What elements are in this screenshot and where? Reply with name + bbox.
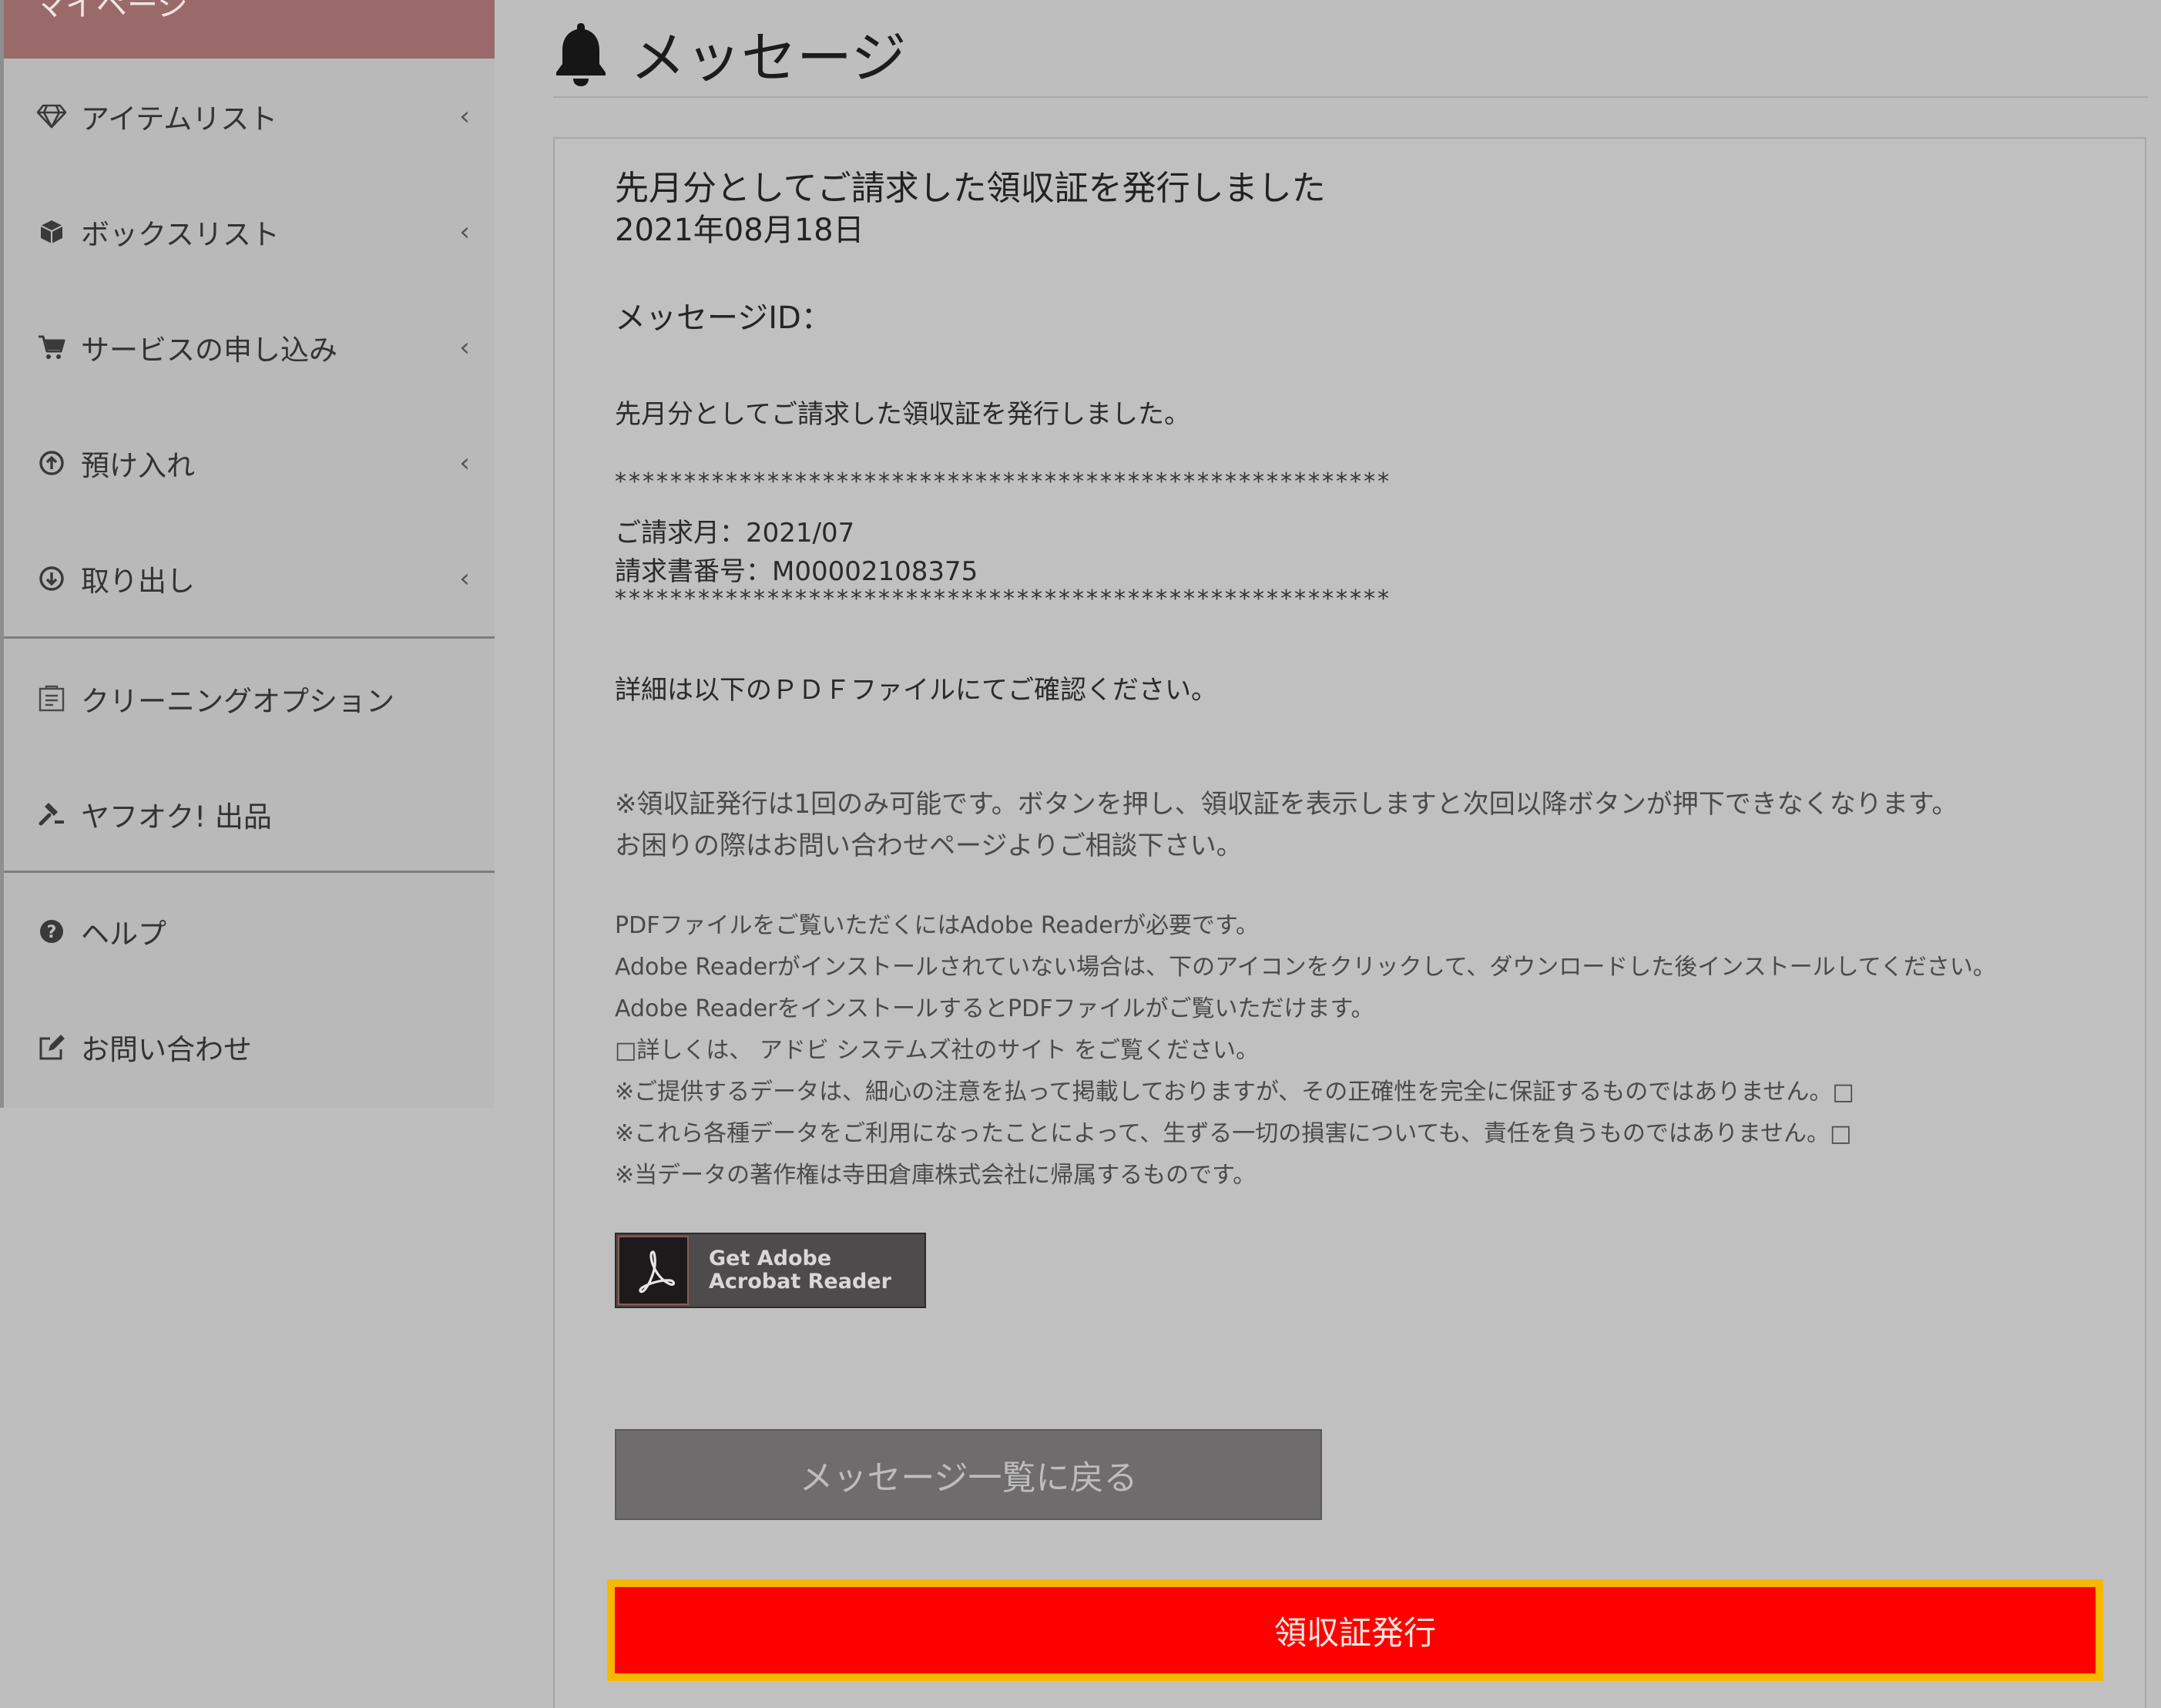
receipt-notice: ※領収証発行は1回のみ可能です。ボタンを押し、領収証を表示しますと次回以降ボタン… — [615, 789, 1958, 820]
adobe-badge-line2: Acrobat Reader — [709, 1270, 891, 1294]
sidebar-item-help[interactable]: ? ヘルプ — [4, 874, 495, 989]
edit-icon — [36, 1032, 67, 1062]
chevron-left-icon: ‹ — [459, 216, 470, 247]
page-title: メッセージ — [630, 25, 907, 90]
adobe-info-line: PDFファイルをご覧いただくにはAdobe Readerが必要です。 — [615, 912, 1260, 939]
cart-icon — [36, 332, 67, 363]
receipt-notice: お困りの際はお問い合わせページよりご相談下さい。 — [615, 831, 1243, 861]
adobe-info-line: ※これら各種データをご利用になったことによって、生ずる一切の損害についても、責任… — [615, 1120, 1852, 1147]
sidebar-item-yahoo-auction[interactable]: ヤフオク! 出品 — [4, 757, 495, 872]
back-to-messages-button[interactable]: メッセージ一覧に戻る — [615, 1429, 1322, 1520]
sidebar-divider — [4, 871, 495, 873]
sidebar-item-contact[interactable]: お問い合わせ — [4, 989, 495, 1105]
sidebar-item-label: クリーニングオプション — [81, 685, 394, 718]
sidebar-item-service-apply[interactable]: サービスの申し込み ‹ — [4, 290, 495, 405]
sidebar-divider — [4, 636, 495, 639]
message-title: 先月分としてご請求した領収証を発行しました — [615, 169, 1326, 208]
sidebar-item-label: サービスの申し込み — [81, 334, 337, 367]
sidebar-item-mypage[interactable]: マイページ — [4, 0, 495, 59]
adobe-info-line: □詳しくは、 アドビ システムズ社のサイト をご覧ください。 — [615, 1037, 1260, 1064]
sidebar-item-label: ボックスリスト — [81, 218, 280, 251]
separator-line: ****************************************… — [615, 468, 1391, 495]
adobe-info-line: ※ご提供するデータは、細心の注意を払って掲載しておりますが、その正確性を完全に保… — [615, 1079, 1854, 1106]
arrow-up-circle-icon — [36, 448, 67, 478]
acrobat-logo-icon — [618, 1236, 689, 1305]
adobe-badge-line1: Get Adobe — [709, 1247, 832, 1270]
sidebar-item-label: マイページ — [35, 0, 189, 23]
sidebar-item-label: ヤフオク! 出品 — [81, 800, 272, 834]
get-adobe-reader-link[interactable]: Get Adobe Acrobat Reader — [615, 1233, 926, 1308]
sidebar-item-label: お問い合わせ — [81, 1033, 252, 1066]
sidebar-item-deposit[interactable]: 預け入れ ‹ — [4, 405, 495, 521]
separator-line: ****************************************… — [615, 586, 1391, 612]
sidebar-item-label: 取り出し — [81, 565, 195, 598]
sidebar-item-cleaning-option[interactable]: クリーニングオプション — [4, 641, 495, 757]
gavel-icon — [36, 799, 67, 830]
chevron-left-icon: ‹ — [459, 448, 470, 478]
chevron-left-icon: ‹ — [459, 563, 470, 594]
diamond-icon — [36, 101, 67, 132]
billing-month: ご請求月：2021/07 — [615, 518, 855, 549]
sidebar: マイページ アイテムリスト ‹ ボックスリスト ‹ サービスの申し込み ‹ 預け… — [0, 0, 495, 1108]
sidebar-item-label: 預け入れ — [81, 449, 195, 482]
message-card: 先月分としてご請求した領収証を発行しました 2021年08月18日 メッセージI… — [553, 137, 2146, 1708]
sidebar-item-item-list[interactable]: アイテムリスト ‹ — [4, 59, 495, 174]
cleaning-icon — [36, 683, 67, 714]
arrow-down-circle-icon — [36, 563, 67, 594]
bell-icon — [553, 20, 609, 86]
question-circle-icon: ? — [36, 916, 67, 947]
issue-receipt-button[interactable]: 領収証発行 — [607, 1579, 2103, 1681]
details-instruction: 詳細は以下のＰＤＦファイルにてご確認ください。 — [615, 675, 1217, 706]
message-id-label: メッセージID： — [615, 300, 832, 336]
adobe-info-line: Adobe ReaderをインストールするとPDFファイルがご覧いただけます。 — [615, 995, 1374, 1022]
adobe-badge-text: Get Adobe Acrobat Reader — [709, 1247, 891, 1294]
sidebar-item-box-list[interactable]: ボックスリスト ‹ — [4, 174, 495, 290]
sidebar-item-label: ヘルプ — [81, 918, 166, 951]
page-header: メッセージ — [553, 8, 2148, 98]
message-date: 2021年08月18日 — [615, 213, 864, 248]
chevron-left-icon: ‹ — [459, 101, 470, 132]
svg-text:?: ? — [47, 923, 57, 942]
sidebar-item-label: アイテムリスト — [81, 102, 278, 136]
message-body-intro: 先月分としてご請求した領収証を発行しました。 — [615, 399, 1190, 430]
box-icon — [36, 216, 67, 247]
invoice-number: 請求書番号：M00002108375 — [615, 556, 978, 587]
adobe-info-line: ※当データの著作権は寺田倉庫株式会社に帰属するものです。 — [615, 1162, 1257, 1189]
sidebar-item-withdraw[interactable]: 取り出し ‹ — [4, 521, 495, 636]
adobe-info-line: Adobe Readerがインストールされていない場合は、下のアイコンをクリック… — [615, 954, 1996, 981]
chevron-left-icon: ‹ — [459, 332, 470, 363]
